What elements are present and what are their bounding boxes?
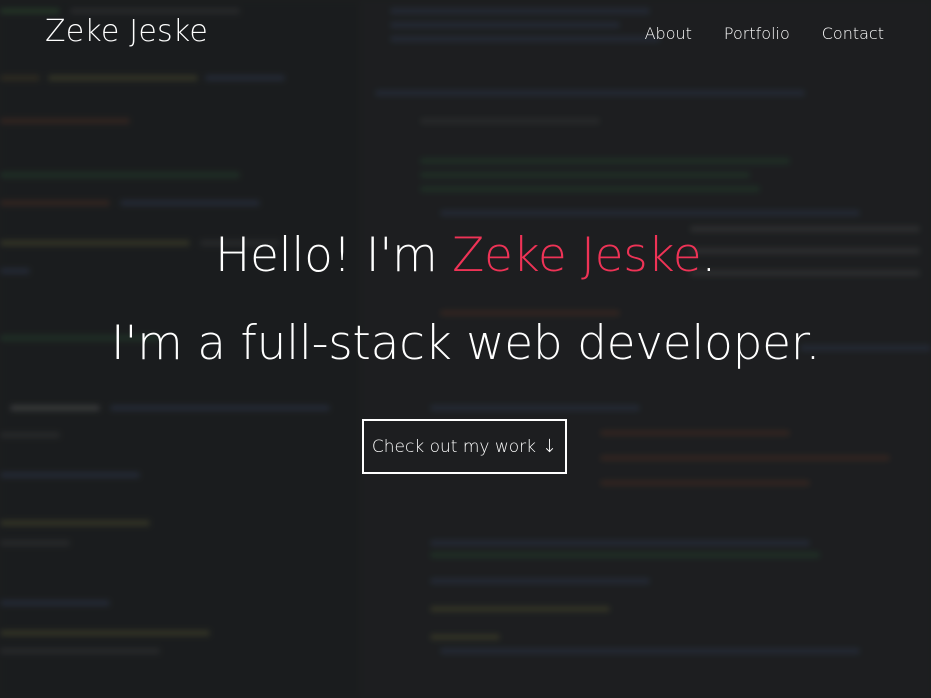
hero-section: Zeke Jeske About Portfolio Contact Hello… <box>0 0 931 698</box>
hero-subtitle: I'm a full-stack web developer. <box>110 316 821 371</box>
arrow-down-icon: ↓ <box>542 436 558 457</box>
greeting-suffix: . <box>701 228 716 283</box>
nav-item-portfolio[interactable]: Portfolio <box>724 24 790 43</box>
cta-label: Check out my work <box>371 436 536 457</box>
greeting-prefix: Hello! I'm <box>214 228 453 283</box>
hero-greeting: Hello! I'm Zeke Jeske. <box>0 228 931 283</box>
brand-logo-text[interactable]: Zeke Jeske <box>45 14 208 49</box>
nav-item-contact[interactable]: Contact <box>822 24 884 43</box>
check-out-work-button[interactable]: Check out my work ↓ <box>362 419 567 474</box>
nav-item-about[interactable]: About <box>645 24 692 43</box>
main-nav: About Portfolio Contact <box>645 24 884 43</box>
greeting-name-highlight: Zeke Jeske <box>452 228 702 283</box>
